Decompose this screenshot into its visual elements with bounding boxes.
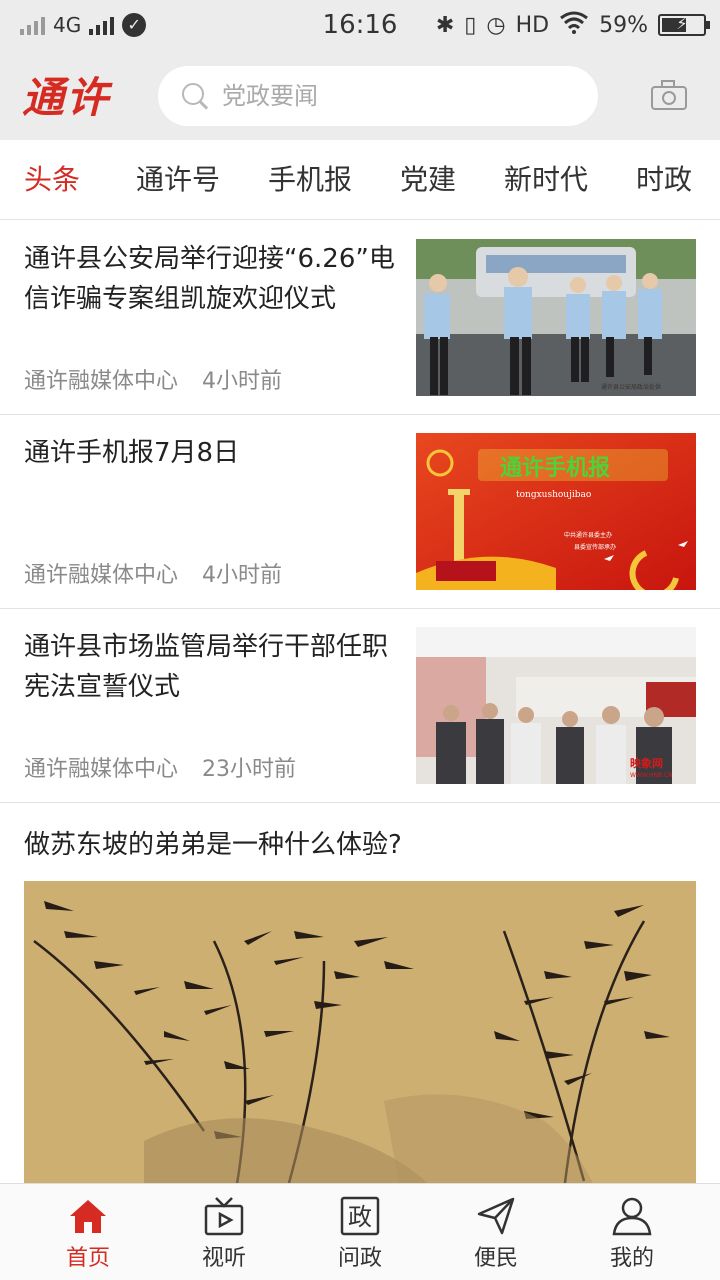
nav-home[interactable]: 首页 xyxy=(20,1184,156,1280)
news-title: 通许县公安局举行迎接“6.26”电信诈骗专案组凯旋欢迎仪式 xyxy=(24,244,395,314)
news-meta: 通许融媒体中心 23小时前 xyxy=(24,751,296,783)
feature-title: 做苏东坡的弟弟是一种什么体验? xyxy=(24,830,402,860)
nav-media[interactable]: 视听 xyxy=(156,1184,292,1280)
svg-text:政: 政 xyxy=(348,1203,372,1231)
news-source: 通许融媒体中心 xyxy=(24,369,179,394)
nav-inquiry[interactable]: 政 问政 xyxy=(292,1184,428,1280)
camera-icon[interactable] xyxy=(651,80,687,110)
tv-icon xyxy=(204,1196,244,1236)
paper-plane-icon xyxy=(476,1196,516,1236)
nav-services[interactable]: 便民 xyxy=(428,1184,564,1280)
bluetooth-icon: ✱ xyxy=(435,12,455,38)
status-right: ✱ ▯ ◷ HD 59% ⚡ xyxy=(435,10,710,40)
news-item[interactable]: 通许手机报7月8日 通许融媒体中心 4小时前 通许手机报 tongxushouj… xyxy=(0,415,720,609)
tab-party-building[interactable]: 党建 xyxy=(400,162,456,198)
nav-label: 视听 xyxy=(201,1246,246,1271)
nav-label: 便民 xyxy=(473,1246,518,1271)
user-icon xyxy=(612,1196,652,1236)
bottom-nav: 首页 视听 政 问政 便民 我的 xyxy=(0,1183,720,1280)
thumbnail-subtitle: tongxushoujibao xyxy=(516,490,591,500)
news-item[interactable]: 通许县公安局举行迎接“6.26”电信诈骗专案组凯旋欢迎仪式 通许融媒体中心 4小… xyxy=(0,221,720,415)
news-title: 通许手机报7月8日 xyxy=(24,438,240,468)
thumbnail-note: 中共通许县委主办 xyxy=(564,531,612,539)
vibrate-icon: ▯ xyxy=(464,12,477,38)
top-area: 4G ✓ 16:16 ✱ ▯ ◷ HD 59% ⚡ 通许 党政要闻 xyxy=(0,0,720,140)
news-thumbnail: 映象网 WWW.HNR.CN xyxy=(416,627,696,784)
thumbnail-watermark: 映象网 xyxy=(630,756,663,770)
news-source: 通许融媒体中心 xyxy=(24,757,179,782)
thumbnail-note: 县委宣传部承办 xyxy=(574,543,616,551)
news-time: 4小时前 xyxy=(202,563,283,588)
nav-label: 首页 xyxy=(65,1246,110,1271)
search-icon xyxy=(180,81,210,111)
news-time: 4小时前 xyxy=(202,369,283,394)
hd-indicator: HD xyxy=(515,12,550,38)
news-thumbnail: 通许县公安局政治处供 xyxy=(416,239,696,396)
battery-percent: 59% xyxy=(599,12,648,38)
nav-label: 问政 xyxy=(337,1246,382,1271)
tab-mobile-paper[interactable]: 手机报 xyxy=(268,162,352,198)
home-icon xyxy=(68,1196,108,1236)
thumbnail-watermark-url: WWW.HNR.CN xyxy=(630,772,673,779)
search-bar[interactable] xyxy=(158,66,598,126)
app-logo[interactable]: 通许 xyxy=(22,64,110,125)
news-title: 通许县市场监管局举行干部任职宪法宣誓仪式 xyxy=(24,632,389,702)
tab-politics[interactable]: 时政 xyxy=(636,162,692,198)
status-bar: 4G ✓ 16:16 ✱ ▯ ◷ HD 59% ⚡ xyxy=(0,0,720,50)
app-header: 通许 xyxy=(0,50,720,140)
nav-label: 我的 xyxy=(609,1246,654,1271)
category-tabs: 头条 通许号 手机报 党建 新时代 时政 xyxy=(0,140,720,220)
feature-article[interactable]: 做苏东坡的弟弟是一种什么体验? xyxy=(0,803,720,1211)
news-feed: 通许县公安局举行迎接“6.26”电信诈骗专案组凯旋欢迎仪式 通许融媒体中心 4小… xyxy=(0,221,720,1211)
tab-headlines[interactable]: 头条 xyxy=(24,162,80,198)
news-source: 通许融媒体中心 xyxy=(24,563,179,588)
feature-image xyxy=(24,881,696,1211)
thumbnail-caption: 通许县公安局政治处供 xyxy=(601,383,661,391)
news-time: 23小时前 xyxy=(202,757,297,782)
nav-profile[interactable]: 我的 xyxy=(564,1184,700,1280)
search-input[interactable] xyxy=(222,82,562,110)
wifi-icon xyxy=(559,10,589,40)
alarm-icon: ◷ xyxy=(486,12,506,38)
news-thumbnail: 通许手机报 tongxushoujibao 中共通许县委主办 县委宣传部承办 xyxy=(416,433,696,590)
battery-icon: ⚡ xyxy=(658,14,710,36)
tab-tongxu-hao[interactable]: 通许号 xyxy=(136,162,220,198)
thumbnail-title: 通许手机报 xyxy=(500,455,610,481)
news-meta: 通许融媒体中心 4小时前 xyxy=(24,557,282,589)
tab-new-era[interactable]: 新时代 xyxy=(504,162,588,198)
app-screen: 4G ✓ 16:16 ✱ ▯ ◷ HD 59% ⚡ 通许 党政要闻 头条 通许号… xyxy=(0,0,720,1280)
zheng-icon: 政 xyxy=(340,1196,380,1236)
news-meta: 通许融媒体中心 4小时前 xyxy=(24,363,282,395)
news-item[interactable]: 通许县市场监管局举行干部任职宪法宣誓仪式 通许融媒体中心 23小时前 映象网 W… xyxy=(0,609,720,803)
